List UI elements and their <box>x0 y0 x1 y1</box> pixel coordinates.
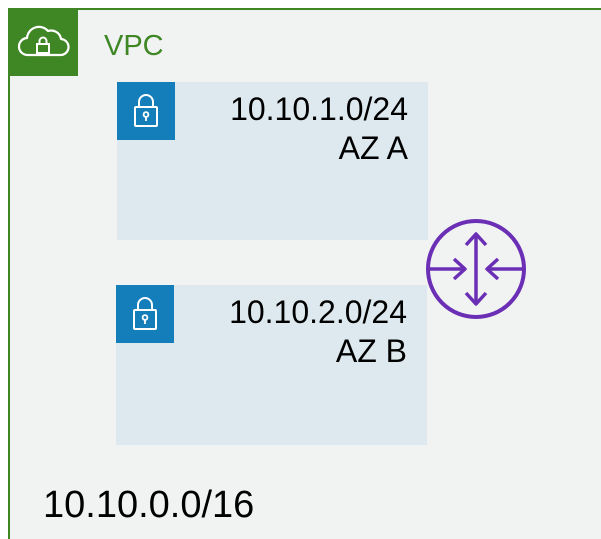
vpc-cidr: 10.10.0.0/16 <box>43 484 255 526</box>
lock-icon <box>133 297 157 330</box>
subnet-cidr: 10.10.2.0/24 <box>229 294 407 330</box>
subnet-az-a: 10.10.1.0/24 AZ A <box>117 82 428 240</box>
subnet-badge <box>117 82 175 140</box>
router-icon <box>426 219 526 319</box>
lock-icon <box>134 94 158 127</box>
cloud-lock-icon <box>17 25 70 57</box>
subnet-az: AZ A <box>338 130 408 166</box>
vpc-label: VPC <box>104 30 164 62</box>
subnet-az-b: 10.10.2.0/24 AZ B <box>116 285 427 445</box>
subnet-cidr: 10.10.1.0/24 <box>230 91 408 127</box>
subnet-badge <box>116 285 174 343</box>
router <box>424 217 528 326</box>
vpc-badge <box>8 8 78 76</box>
subnet-az: AZ B <box>335 333 407 369</box>
